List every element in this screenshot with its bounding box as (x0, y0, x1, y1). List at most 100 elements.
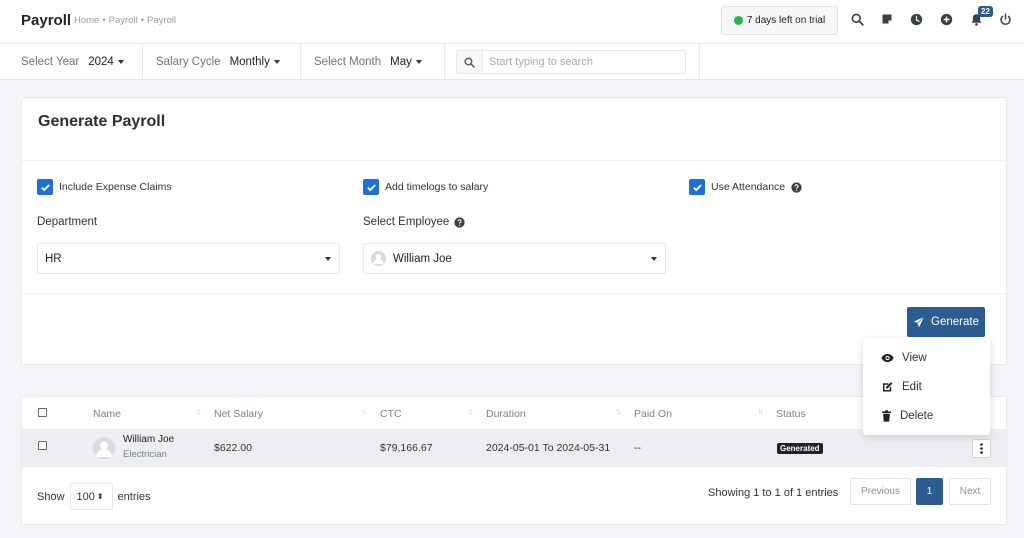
column-header-status[interactable]: Status (776, 408, 806, 420)
show-label: Show (37, 490, 65, 503)
column-header-net-salary[interactable]: Net Salary (214, 408, 263, 420)
year-filter-label: Select Year (21, 56, 80, 68)
add-timelogs-checkbox[interactable]: Add timelogs to salary (363, 179, 488, 195)
column-header-paid-on[interactable]: Paid On (634, 408, 672, 420)
power-icon[interactable] (997, 11, 1013, 27)
payroll-table-card: Name ↑↓ Net Salary ↑↓ CTC ↑↓ Duration ↑↓… (21, 396, 1007, 525)
notification-count-badge: 22 (978, 6, 993, 17)
column-header-duration[interactable]: Duration (486, 408, 526, 420)
menu-item-edit-label: Edit (902, 381, 922, 393)
search-icon (457, 51, 483, 73)
sort-icon[interactable]: ↑↓ (467, 406, 474, 416)
add-timelogs-label: Add timelogs to salary (385, 181, 489, 193)
month-filter-value: May (390, 56, 412, 68)
column-header-ctc[interactable]: CTC (380, 408, 402, 420)
generate-button-label: Generate (931, 316, 979, 328)
menu-item-edit[interactable]: Edit (881, 381, 922, 393)
status-dot-icon (733, 16, 743, 25)
status-badge: Generated (777, 443, 823, 454)
search-icon[interactable] (849, 11, 865, 27)
avatar (93, 437, 115, 459)
trial-button[interactable]: 7 days left on trial (721, 6, 838, 35)
generate-payroll-title: Generate Payroll (38, 113, 166, 130)
avatar (371, 251, 386, 266)
select-employee-label: Select Employee (363, 216, 465, 228)
department-label: Department (37, 216, 97, 228)
top-header: Payroll Home • Payroll • Payroll 7 days left… (0, 0, 1024, 44)
edit-icon (883, 382, 893, 392)
include-expense-claims-checkbox[interactable]: Include Expense Claims (37, 179, 172, 195)
include-expense-claims-label: Include Expense Claims (59, 181, 172, 193)
sort-icon[interactable]: ↑↓ (757, 406, 764, 416)
use-attendance-checkbox[interactable]: Use Attendance (689, 179, 802, 195)
month-filter-label: Select Month (314, 56, 382, 68)
employee-designation: Electrician (123, 449, 167, 460)
divider (22, 160, 1006, 161)
question-circle-icon[interactable] (454, 216, 465, 228)
menu-item-delete-label: Delete (900, 410, 934, 422)
department-label-text: Department (37, 216, 98, 228)
clock-icon[interactable] (908, 11, 924, 27)
row-actions-button[interactable] (972, 439, 991, 458)
search-input[interactable] (489, 54, 679, 70)
sticky-note-icon[interactable] (879, 11, 895, 27)
trash-icon (882, 410, 891, 422)
eye-icon (881, 353, 894, 363)
paid-on-cell: -- (634, 442, 641, 454)
sort-icon[interactable]: ↑↓ (195, 406, 202, 416)
menu-item-delete[interactable]: Delete (881, 410, 933, 422)
breadcrumb-payroll[interactable]: Payroll (109, 15, 138, 26)
month-filter[interactable]: Select Month May (301, 44, 444, 80)
page-length-select[interactable]: 100 ⬍ (69, 483, 113, 510)
department-select-value: HR (45, 252, 62, 265)
question-circle-icon[interactable] (791, 181, 802, 193)
chevron-down-icon (117, 60, 124, 64)
menu-item-view[interactable]: View (881, 352, 927, 364)
chevron-down-icon (325, 257, 331, 261)
salary-cycle-filter[interactable]: Salary Cycle Monthly (143, 44, 301, 80)
department-select[interactable]: HR (37, 243, 340, 274)
page-1-button[interactable]: 1 (916, 478, 943, 505)
employee-name-link[interactable]: William Joe (123, 434, 174, 445)
select-employee-label-text: Select Employee (363, 216, 450, 228)
generate-button[interactable]: Generate (907, 307, 985, 337)
table-info: Showing 1 to 1 of 1 entries (708, 487, 839, 499)
column-header-name[interactable]: Name (93, 408, 121, 420)
plus-circle-icon[interactable] (938, 11, 954, 27)
trial-text: 7 days left on trial (746, 15, 826, 26)
use-attendance-label: Use Attendance (711, 181, 786, 193)
employee-select[interactable]: William Joe (363, 243, 666, 274)
checkmark-icon (689, 179, 705, 195)
divider (22, 293, 1006, 294)
employee-select-value: William Joe (393, 252, 452, 265)
generate-payroll-card: Generate Payroll Include Expense Claims … (21, 97, 1007, 365)
next-page-button[interactable]: Next (949, 478, 991, 505)
chevron-down-icon (415, 60, 422, 64)
net-salary-cell: $622.00 (214, 442, 252, 454)
page-length-value: 100 (76, 490, 95, 503)
page-length-control: Show 100 ⬍ entries (37, 483, 151, 510)
select-all-checkbox[interactable] (38, 408, 47, 417)
paper-plane-icon (913, 316, 925, 328)
page-title: Payroll (21, 12, 72, 29)
salary-cycle-label: Salary Cycle (156, 56, 221, 68)
entries-label: entries (117, 490, 151, 503)
menu-item-view-label: View (902, 352, 927, 364)
sort-icon[interactable]: ↑↓ (615, 406, 622, 416)
year-filter[interactable]: Select Year 2024 (0, 44, 143, 80)
sort-icon[interactable]: ↑↓ (361, 406, 368, 416)
previous-page-button[interactable]: Previous (850, 478, 911, 505)
row-checkbox[interactable] (38, 441, 47, 450)
duration-cell: 2024-05-01 To 2024-05-31 (486, 442, 611, 454)
chevron-down-icon (651, 257, 657, 261)
updown-icon: ⬍ (96, 492, 104, 501)
checkmark-icon (37, 179, 53, 195)
kebab-icon (980, 443, 983, 454)
ctc-cell: $79,166.67 (380, 442, 433, 454)
breadcrumb-current: Payroll (147, 15, 177, 26)
year-filter-value: 2024 (88, 56, 114, 68)
salary-cycle-value: Monthly (229, 56, 270, 68)
breadcrumb-home[interactable]: Home (74, 15, 99, 26)
breadcrumb: Home • Payroll • Payroll (74, 15, 177, 26)
chevron-down-icon (273, 60, 280, 64)
